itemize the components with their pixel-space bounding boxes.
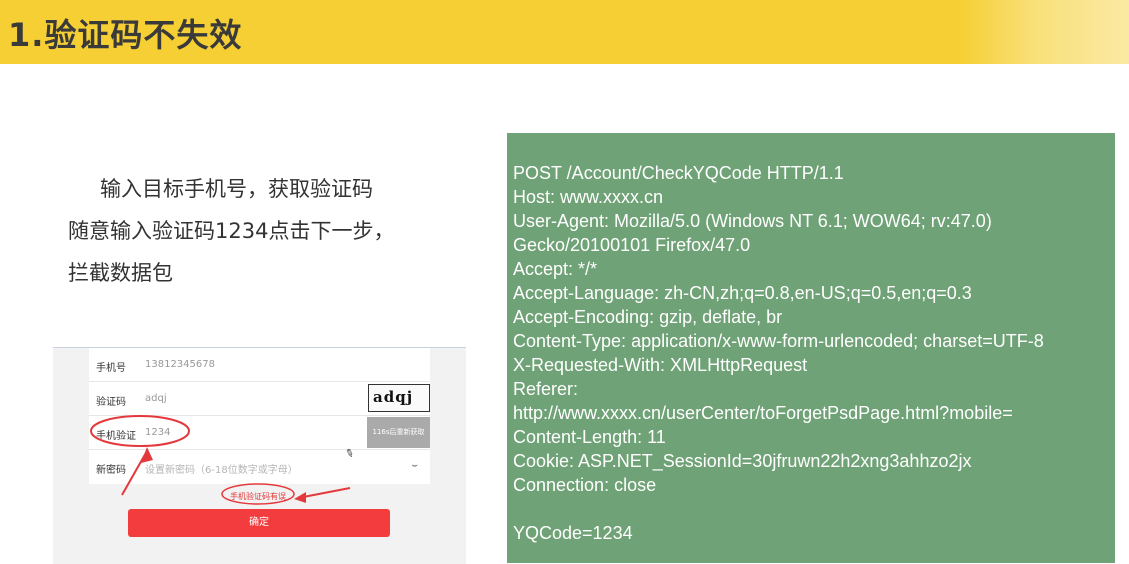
title-bar-fade [959,0,1129,64]
reset-password-form-screenshot: 手机号 13812345678 验证码 adqj adqj 手机验证 1234 … [53,347,466,564]
description: 输入目标手机号，获取验证码 随意输入验证码1234点击下一步， 拦截数据包 [68,168,448,294]
http-request-panel: POST /Account/CheckYQCode HTTP/1.1 Host: … [507,133,1115,563]
http-line: Connection: close [513,475,657,495]
http-line: Content-Type: application/x-www-form-url… [513,331,1044,351]
resend-countdown-button[interactable]: 116s后重新获取 [367,417,430,448]
http-line: Content-Length: 11 [513,427,666,447]
description-line-2: 随意输入验证码1234点击下一步， [68,219,395,243]
slide-title: 1.验证码不失效 [8,16,243,54]
description-line-3: 拦截数据包 [68,261,173,285]
confirm-button[interactable]: 确定 [128,509,390,537]
captcha-label: 验证码 [96,397,126,408]
http-line: Cookie: ASP.NET_SessionId=30jfruwn22h2xn… [513,451,972,471]
http-line: User-Agent: Mozilla/5.0 (Windows NT 6.1;… [513,211,992,231]
http-line: Host: www.xxxx.cn [513,187,664,207]
phone-row: 手机号 13812345678 [89,348,430,382]
http-line: Accept-Language: zh-CN,zh;q=0.8,en-US;q=… [513,283,972,303]
phone-label: 手机号 [96,363,126,374]
http-line [513,497,1115,521]
captcha-input[interactable]: adqj [145,393,167,404]
password-row: ✎ 新密码 设置新密码（6-18位数字或字母） ⌣ [89,446,430,483]
http-line: YQCode=1234 [513,523,633,543]
captcha-image[interactable]: adqj [368,384,430,412]
sms-code-input[interactable]: 1234 [145,427,170,438]
description-line-1: 输入目标手机号，获取验证码 [100,177,373,201]
http-line: Accept-Encoding: gzip, deflate, br [513,307,783,327]
title-bar: 1.验证码不失效 [0,0,1129,64]
http-line: Referer: [513,379,579,399]
http-line: http://www.xxxx.cn/userCenter/toForgetPs… [513,403,1013,423]
password-label: 新密码 [96,465,126,476]
http-line: X-Requested-With: XMLHttpRequest [513,355,808,375]
phone-input[interactable]: 13812345678 [145,359,215,370]
sms-code-label: 手机验证 [96,431,136,442]
form-card: 手机号 13812345678 验证码 adqj adqj 手机验证 1234 … [89,348,430,484]
http-line: POST /Account/CheckYQCode HTTP/1.1 [513,163,844,183]
http-line: Gecko/20100101 Firefox/47.0 [513,235,751,255]
password-input[interactable]: 设置新密码（6-18位数字或字母） [145,461,298,476]
captcha-row: 验证码 adqj adqj [89,382,430,416]
http-line: Accept: */* [513,259,598,279]
sms-code-row: 手机验证 1234 116s后重新获取 [89,416,430,450]
eye-closed-icon[interactable]: ⌣ [411,460,418,471]
error-message: 手机验证码有误 [230,492,286,501]
